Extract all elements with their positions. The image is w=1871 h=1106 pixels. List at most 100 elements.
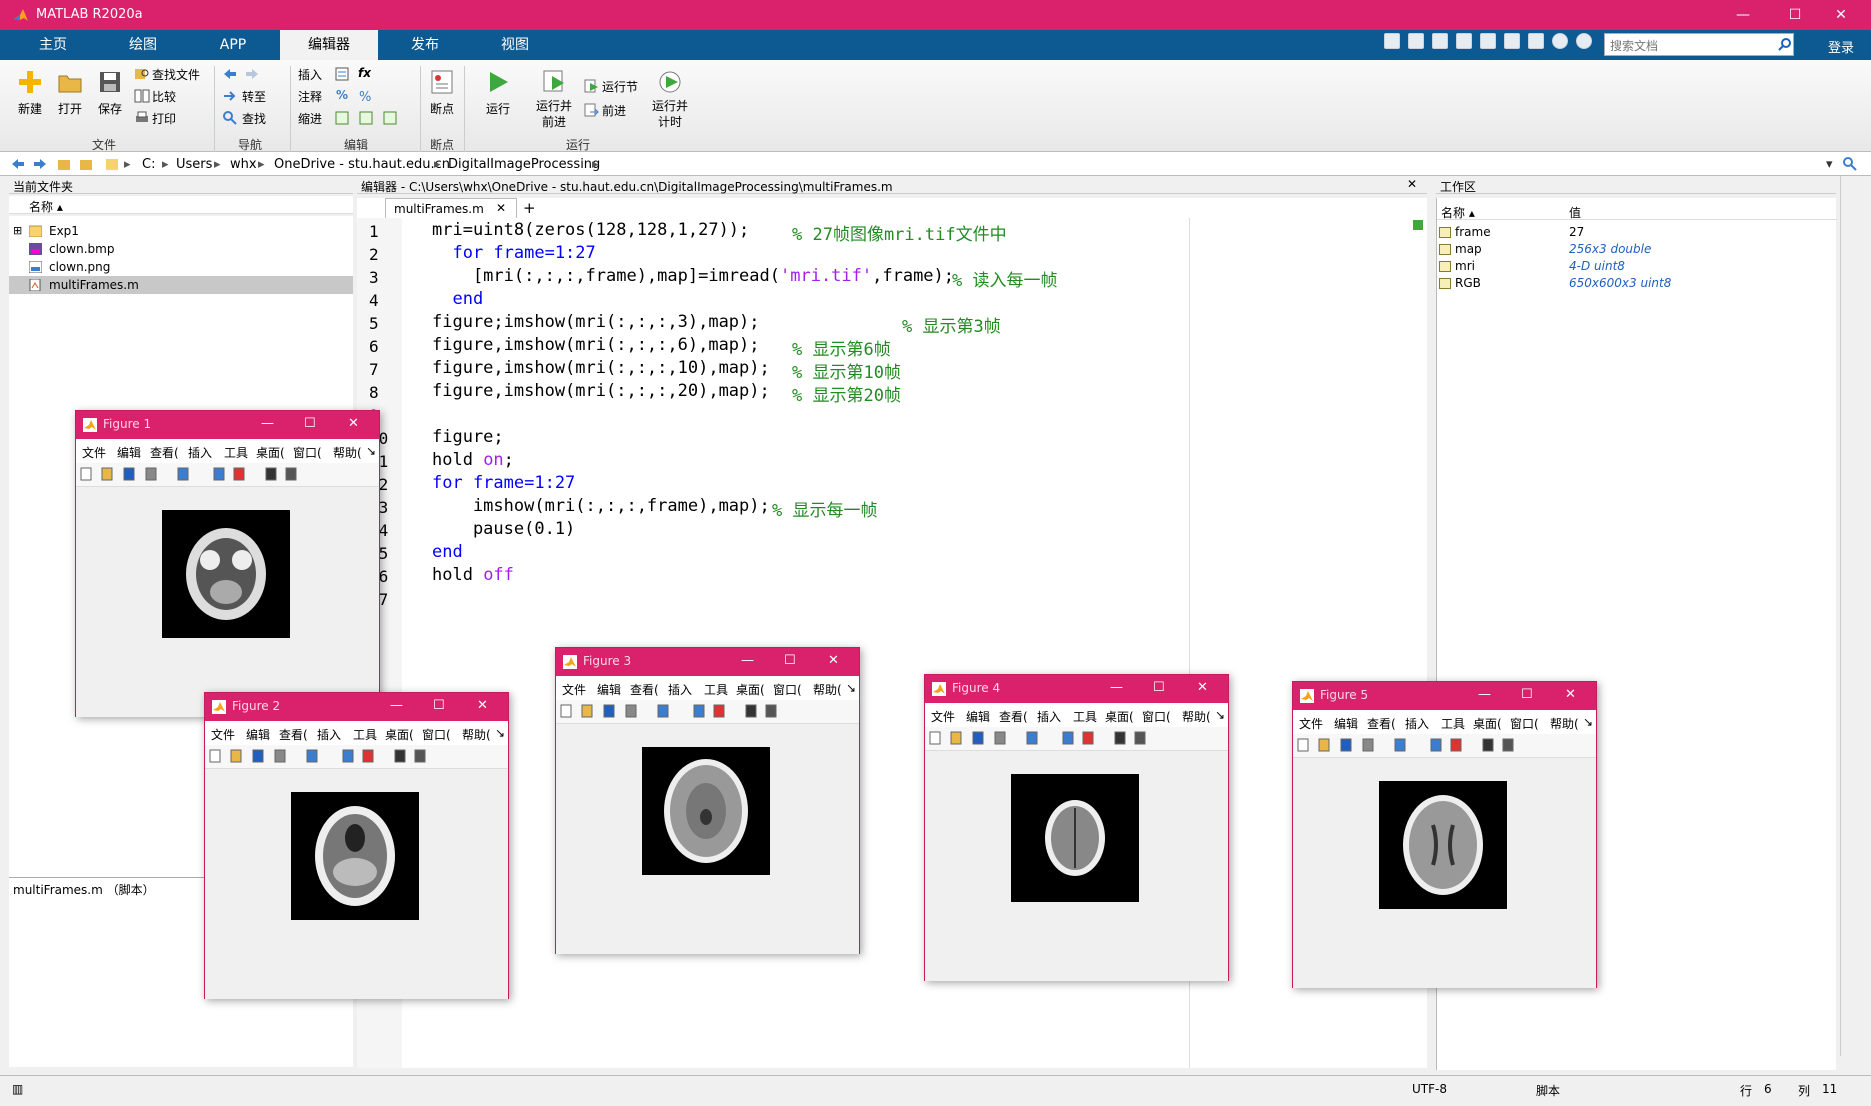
back-icon[interactable]	[10, 156, 26, 172]
link-icon[interactable]	[1393, 738, 1407, 752]
figure-menu-item[interactable]: 窗口(	[293, 444, 322, 461]
save-icon[interactable]	[122, 467, 136, 481]
print-icon[interactable]	[624, 704, 638, 718]
figure-menu-item[interactable]: 文件	[562, 681, 586, 698]
save-icon[interactable]	[1339, 738, 1353, 752]
figure-minimize-button[interactable]: —	[390, 698, 403, 713]
list-item[interactable]: clown.png	[9, 258, 353, 276]
figure-minimize-button[interactable]: —	[1478, 687, 1491, 702]
colorbar-icon[interactable]	[212, 467, 226, 481]
property-editor-icon[interactable]	[284, 467, 298, 481]
figure-menu-item[interactable]: 查看(	[150, 444, 179, 461]
insert-button[interactable]: 插入	[298, 66, 322, 83]
code-line[interactable]: end	[432, 542, 463, 562]
code-line[interactable]: figure,imshow(mri(:,:,:,20),map); % 显示第20…	[432, 381, 901, 406]
figure-menu-item[interactable]: ↘	[1583, 715, 1593, 729]
property-editor-icon[interactable]	[1501, 738, 1515, 752]
figure-menu-item[interactable]: 桌面(	[385, 726, 414, 743]
find-files-button[interactable]: 查找文件	[152, 66, 200, 83]
figure-close-button[interactable]: ✕	[1565, 687, 1576, 702]
figure-window[interactable]: Figure 5 — ☐ ✕ 文件 编辑 查看(插入 工具 桌面(窗口(帮助(↘	[1292, 681, 1597, 988]
figure-menu-item[interactable]: 编辑	[966, 708, 990, 725]
figure-menu-item[interactable]: 帮助(	[1550, 715, 1579, 732]
figure-menu-item[interactable]: 文件	[931, 708, 955, 725]
figure-title-bar[interactable]: Figure 3 — ☐ ✕	[556, 648, 859, 676]
redo-icon[interactable]	[1504, 33, 1520, 49]
pointer-icon[interactable]	[744, 704, 758, 718]
copy-icon[interactable]	[1432, 33, 1448, 49]
code-line[interactable]: mri=uint8(zeros(128,128,1,27)); % 27帧图像mr…	[432, 220, 1007, 245]
figure-close-button[interactable]: ✕	[828, 653, 839, 668]
figure-menu-item[interactable]: 窗口(	[1142, 708, 1171, 725]
code-line[interactable]: pause(0.1)	[432, 519, 575, 539]
code-line[interactable]: figure;imshow(mri(:,:,:,3),map); % 显示第3帧	[432, 312, 1001, 337]
open-icon[interactable]	[229, 749, 243, 763]
link-icon[interactable]	[1025, 731, 1039, 745]
figure-menu-item[interactable]: 工具	[704, 681, 728, 698]
workspace-row[interactable]: frame 27	[1437, 224, 1837, 241]
search-icon[interactable]	[1778, 37, 1792, 51]
workspace-row[interactable]: RGB 650x600x3 uint8	[1437, 275, 1837, 292]
figure-menu-item[interactable]: 查看(	[999, 708, 1028, 725]
code-line[interactable]: figure,imshow(mri(:,:,:,6),map); % 显示第6帧	[432, 335, 891, 360]
colorbar-icon[interactable]	[341, 749, 355, 763]
legend-icon[interactable]	[1081, 731, 1095, 745]
new-figure-icon[interactable]	[208, 749, 222, 763]
figure-menu-item[interactable]: 插入	[1405, 715, 1429, 732]
figure-menu-item[interactable]: 帮助(	[813, 681, 842, 698]
undo-icon[interactable]	[1480, 33, 1496, 49]
open-button[interactable]: 打开	[58, 100, 82, 117]
figure-window[interactable]: Figure 4 — ☐ ✕ 文件 编辑 查看(插入 工具 桌面(窗口(帮助(↘	[924, 674, 1229, 981]
property-editor-icon[interactable]	[413, 749, 427, 763]
save-icon[interactable]	[971, 731, 985, 745]
code-line[interactable]: imshow(mri(:,:,:,frame),map);% 显示每一帧	[432, 496, 878, 521]
run-section-button[interactable]: 运行节	[602, 78, 638, 95]
figure-menu-item[interactable]: 帮助(	[1182, 708, 1211, 725]
open-icon[interactable]	[949, 731, 963, 745]
tab-editor[interactable]: 编辑器	[280, 30, 378, 60]
save-button[interactable]: 保存	[98, 100, 122, 117]
figure-menu-item[interactable]: 插入	[668, 681, 692, 698]
new-tab-button[interactable]: +	[523, 199, 536, 217]
new-file-icon[interactable]	[16, 68, 44, 96]
forward-icon[interactable]	[32, 156, 48, 172]
figure-menu-item[interactable]: 帮助(	[462, 726, 491, 743]
expand-icon[interactable]: ⊞	[13, 224, 22, 237]
link-icon[interactable]	[176, 467, 190, 481]
figure-window[interactable]: Figure 1 — ☐ ✕ 文件 编辑 查看(插入 工具 桌面(窗口(帮助(↘	[75, 410, 380, 717]
code-line[interactable]: end	[432, 289, 483, 309]
breadcrumb-project[interactable]: DigitalImageProcessing	[448, 157, 600, 172]
tab-plots[interactable]: 绘图	[98, 30, 188, 60]
search-folder-icon[interactable]	[1842, 156, 1858, 172]
advance-button[interactable]: 前进	[602, 102, 626, 119]
breakpoints-icon[interactable]	[428, 68, 456, 96]
figure-menu-item[interactable]: 工具	[224, 444, 248, 461]
figure-menu-item[interactable]: 桌面(	[256, 444, 285, 461]
property-editor-icon[interactable]	[1133, 731, 1147, 745]
open-folder-icon[interactable]	[56, 68, 84, 96]
pointer-icon[interactable]	[1113, 731, 1127, 745]
code-line[interactable]: for frame=1:27	[432, 243, 595, 263]
value-column-header[interactable]: 值	[1569, 204, 1581, 221]
link-icon[interactable]	[656, 704, 670, 718]
figure-menu-item[interactable]: 帮助(	[333, 444, 362, 461]
comment-button[interactable]: 注释	[298, 88, 322, 105]
figure-close-button[interactable]: ✕	[348, 416, 359, 431]
new-figure-icon[interactable]	[559, 704, 573, 718]
tab-view[interactable]: 视图	[470, 30, 560, 60]
paste-icon[interactable]	[1456, 33, 1472, 49]
run-icon[interactable]	[484, 68, 512, 96]
find-button[interactable]: 查找	[242, 110, 266, 127]
community-icon[interactable]	[1576, 33, 1592, 49]
minimize-button[interactable]: —	[1720, 0, 1766, 30]
figure-maximize-button[interactable]: ☐	[784, 653, 796, 668]
legend-icon[interactable]	[712, 704, 726, 718]
figure-title-bar[interactable]: Figure 1 — ☐ ✕	[76, 411, 379, 439]
new-figure-icon[interactable]	[1296, 738, 1310, 752]
up-folder-icon[interactable]	[56, 156, 72, 172]
figure-menu-item[interactable]: 查看(	[279, 726, 308, 743]
breadcrumb-drive[interactable]: C:	[142, 157, 155, 172]
goto-button[interactable]: 转至	[242, 88, 266, 105]
back-arrow-icon[interactable]	[222, 66, 238, 82]
figure-menu-item[interactable]: 窗口(	[1510, 715, 1539, 732]
